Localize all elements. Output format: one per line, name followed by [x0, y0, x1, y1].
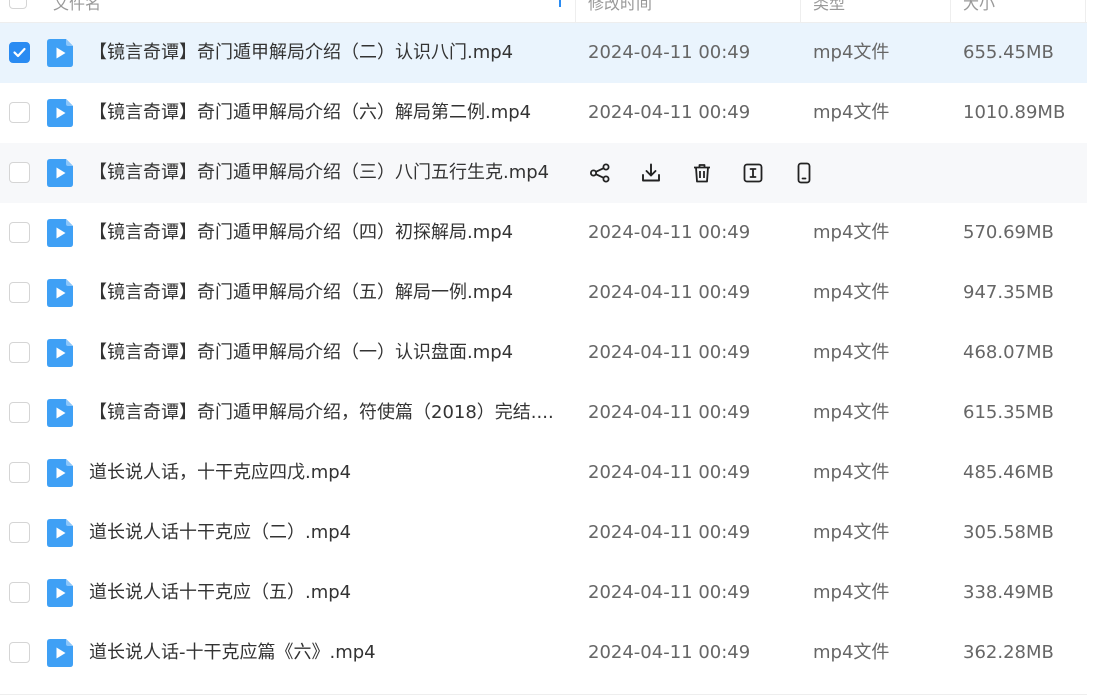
video-file-icon: [47, 279, 73, 307]
row-checkbox[interactable]: [9, 582, 30, 603]
video-file-icon: [47, 99, 73, 127]
phone-icon: [797, 162, 811, 184]
file-modified-time: 2024-04-11 00:49: [588, 222, 751, 243]
file-type: mp4文件: [813, 462, 890, 483]
file-name[interactable]: 【镜言奇谭】奇门遁甲解局介绍（四）初探解局.mp4: [89, 222, 559, 244]
list-bottom-divider: [0, 694, 1087, 695]
file-modified-time: 2024-04-11 00:49: [588, 582, 751, 603]
file-row[interactable]: 道长说人话十干克应（二）.mp4 2024-04-11 00:49 mp4文件 …: [0, 503, 1087, 563]
file-name[interactable]: 【镜言奇谭】奇门遁甲解局介绍（二）认识八门.mp4: [89, 42, 559, 64]
file-modified-time: 2024-04-11 00:49: [588, 282, 751, 303]
column-divider[interactable]: [1085, 0, 1086, 22]
delete-button[interactable]: [690, 161, 714, 185]
video-file-icon: [47, 39, 73, 67]
file-name[interactable]: 道长说人话十干克应（五）.mp4: [89, 582, 559, 604]
row-checkbox[interactable]: [9, 162, 30, 183]
file-row[interactable]: 道长说人话-十干克应篇《六》.mp4 2024-04-11 00:49 mp4文…: [0, 623, 1087, 683]
select-all-checkbox[interactable]: [9, 0, 27, 9]
video-file-icon: [47, 519, 73, 547]
video-file-icon: [47, 159, 73, 187]
row-checkbox[interactable]: [9, 342, 30, 363]
column-divider[interactable]: [575, 0, 576, 22]
video-file-icon: [47, 639, 73, 667]
file-size: 468.07MB: [963, 342, 1054, 363]
file-list: 文件名 修改时间 类型 大小 【镜言奇谭】奇门遁甲解局介绍（二）认识八门.mp4…: [0, 0, 1117, 697]
column-divider[interactable]: [950, 0, 951, 22]
column-header-modified[interactable]: 修改时间: [588, 0, 652, 15]
file-type: mp4文件: [813, 642, 890, 663]
file-size: 947.35MB: [963, 282, 1054, 303]
video-file-icon: [47, 459, 73, 487]
column-divider[interactable]: [800, 0, 801, 22]
row-checkbox[interactable]: [9, 42, 30, 63]
video-file-icon: [47, 219, 73, 247]
file-modified-time: 2024-04-11 00:49: [588, 102, 751, 123]
video-file-icon: [47, 339, 73, 367]
file-name[interactable]: 【镜言奇谭】奇门遁甲解局介绍（三）八门五行生克.mp4: [89, 162, 559, 184]
rename-icon: [743, 163, 763, 183]
video-file-icon: [47, 399, 73, 427]
row-checkbox[interactable]: [9, 642, 30, 663]
file-type: mp4文件: [813, 582, 890, 603]
file-modified-time: 2024-04-11 00:49: [588, 462, 751, 483]
row-checkbox[interactable]: [9, 462, 30, 483]
row-checkbox[interactable]: [9, 222, 30, 243]
file-modified-time: 2024-04-11 00:49: [588, 402, 751, 423]
file-type: mp4文件: [813, 102, 890, 123]
file-row[interactable]: 【镜言奇谭】奇门遁甲解局介绍（二）认识八门.mp4 2024-04-11 00:…: [0, 23, 1087, 83]
file-size: 338.49MB: [963, 582, 1054, 603]
file-row[interactable]: 道长说人话，十干克应四戊.mp4 2024-04-11 00:49 mp4文件 …: [0, 443, 1087, 503]
column-header-name[interactable]: 文件名: [53, 0, 101, 15]
list-header: 文件名 修改时间 类型 大小: [0, 0, 1087, 23]
sort-indicator-icon: [559, 0, 561, 7]
phone-button[interactable]: [792, 161, 816, 185]
file-modified-time: 2024-04-11 00:49: [588, 342, 751, 363]
file-row[interactable]: 【镜言奇谭】奇门遁甲解局介绍（三）八门五行生克.mp4: [0, 143, 1087, 203]
file-type: mp4文件: [813, 222, 890, 243]
column-header-size[interactable]: 大小: [963, 0, 995, 15]
file-type: mp4文件: [813, 402, 890, 423]
file-name[interactable]: 道长说人话-十干克应篇《六》.mp4: [89, 642, 559, 664]
file-name[interactable]: 【镜言奇谭】奇门遁甲解局介绍，符使篇（2018）完结....: [89, 402, 559, 424]
share-button[interactable]: [588, 161, 612, 185]
file-size: 362.28MB: [963, 642, 1054, 663]
delete-icon: [694, 164, 710, 183]
rename-button[interactable]: [741, 161, 765, 185]
row-checkbox[interactable]: [9, 102, 30, 123]
file-type: mp4文件: [813, 282, 890, 303]
file-type: mp4文件: [813, 342, 890, 363]
row-checkbox[interactable]: [9, 402, 30, 423]
file-size: 655.45MB: [963, 42, 1054, 63]
file-row[interactable]: 【镜言奇谭】奇门遁甲解局介绍，符使篇（2018）完结.... 2024-04-1…: [0, 383, 1087, 443]
file-size: 570.69MB: [963, 222, 1054, 243]
file-name[interactable]: 道长说人话十干克应（二）.mp4: [89, 522, 559, 544]
row-checkbox[interactable]: [9, 522, 30, 543]
file-modified-time: 2024-04-11 00:49: [588, 42, 751, 63]
download-icon: [642, 163, 660, 182]
file-row[interactable]: 【镜言奇谭】奇门遁甲解局介绍（五）解局一例.mp4 2024-04-11 00:…: [0, 263, 1087, 323]
download-button[interactable]: [639, 161, 663, 185]
column-header-type[interactable]: 类型: [813, 0, 845, 15]
file-modified-time: 2024-04-11 00:49: [588, 522, 751, 543]
file-size: 615.35MB: [963, 402, 1054, 423]
share-icon: [590, 163, 610, 183]
file-modified-time: 2024-04-11 00:49: [588, 642, 751, 663]
file-name[interactable]: 【镜言奇谭】奇门遁甲解局介绍（一）认识盘面.mp4: [89, 342, 559, 364]
file-name[interactable]: 【镜言奇谭】奇门遁甲解局介绍（五）解局一例.mp4: [89, 282, 559, 304]
file-type: mp4文件: [813, 522, 890, 543]
file-row[interactable]: 【镜言奇谭】奇门遁甲解局介绍（一）认识盘面.mp4 2024-04-11 00:…: [0, 323, 1087, 383]
file-size: 305.58MB: [963, 522, 1054, 543]
row-checkbox[interactable]: [9, 282, 30, 303]
check-mark-icon: [13, 47, 26, 58]
file-row[interactable]: 道长说人话十干克应（五）.mp4 2024-04-11 00:49 mp4文件 …: [0, 563, 1087, 623]
file-row[interactable]: 【镜言奇谭】奇门遁甲解局介绍（六）解局第二例.mp4 2024-04-11 00…: [0, 83, 1087, 143]
video-file-icon: [47, 579, 73, 607]
file-type: mp4文件: [813, 42, 890, 63]
file-name[interactable]: 【镜言奇谭】奇门遁甲解局介绍（六）解局第二例.mp4: [89, 102, 559, 124]
file-size: 1010.89MB: [963, 102, 1066, 123]
file-row[interactable]: 【镜言奇谭】奇门遁甲解局介绍（四）初探解局.mp4 2024-04-11 00:…: [0, 203, 1087, 263]
file-size: 485.46MB: [963, 462, 1054, 483]
file-name[interactable]: 道长说人话，十干克应四戊.mp4: [89, 462, 559, 484]
